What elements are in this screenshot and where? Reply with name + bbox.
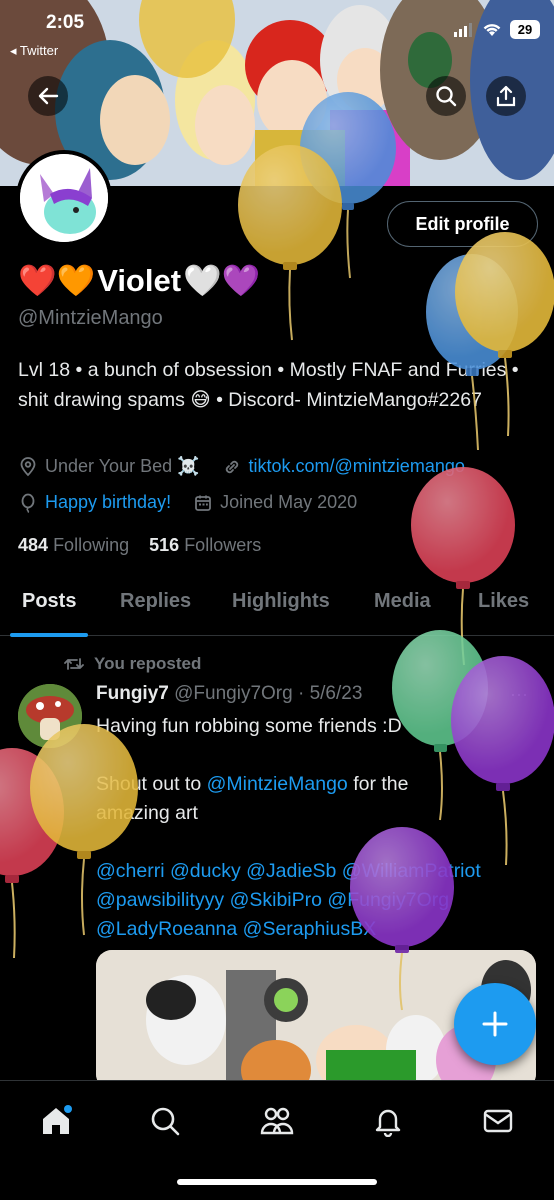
following-count: 484	[18, 535, 49, 555]
following-link[interactable]: 484 Following	[18, 535, 129, 555]
profile-meta-row-1: Under Your Bed ☠️ tiktok.com/@mintzieman…	[18, 456, 487, 477]
calendar-icon	[195, 495, 211, 511]
post-more-button[interactable]: ···	[510, 684, 528, 705]
repost-label: You reposted	[94, 654, 202, 673]
search-icon	[436, 86, 457, 107]
balloon-icon	[21, 493, 35, 513]
tab-likes-label: Likes	[478, 590, 530, 612]
tab-media[interactable]: Media	[374, 582, 431, 636]
compose-button[interactable]	[454, 983, 536, 1065]
followers-count: 516	[149, 535, 180, 555]
balloon-red-left	[0, 748, 64, 959]
tab-replies-label: Replies	[120, 590, 192, 612]
location-text: Under Your Bed ☠️	[45, 456, 200, 476]
nav-notifications[interactable]	[370, 1103, 406, 1139]
following-label: Following	[53, 535, 130, 555]
post-mention-mintziemango[interactable]: @MintzieMango	[207, 773, 348, 795]
repost-icon	[64, 658, 84, 670]
notifications-icon	[375, 1109, 401, 1137]
battery-indicator: 29	[510, 20, 540, 39]
followers-link[interactable]: 516 Followers	[149, 535, 261, 555]
birthday-item: Happy birthday!	[18, 492, 171, 513]
avatar-artwork	[20, 154, 108, 242]
post-line-3: amazing art	[96, 802, 198, 824]
share-icon	[496, 85, 516, 107]
communities-icon	[260, 1107, 294, 1135]
home-indicator	[177, 1179, 377, 1185]
user-handle: @MintzieMango	[18, 307, 163, 329]
profile-bio: Lvl 18 • a bunch of obsession • Mostly F…	[18, 359, 519, 411]
nav-explore[interactable]	[147, 1103, 183, 1139]
birthday-text[interactable]: Happy birthday!	[45, 492, 171, 513]
follow-stats: 484 Following 516 Followers	[18, 535, 261, 556]
balloon-blue-right	[426, 254, 518, 451]
profile-meta-row-2: Happy birthday! Joined May 2020	[18, 492, 379, 513]
joined-text: Joined May 2020	[220, 492, 358, 512]
post-body: Having fun robbing some friends :D Shout…	[96, 712, 536, 944]
signal-icon	[454, 22, 472, 37]
status-indicators: 29	[454, 20, 540, 39]
post-line-2-post: for the	[347, 773, 409, 795]
messages-icon	[483, 1109, 513, 1133]
back-button[interactable]	[28, 76, 68, 116]
nav-communities[interactable]	[259, 1103, 295, 1139]
status-time: 2:05	[46, 12, 85, 33]
active-tab-indicator	[10, 633, 89, 637]
tab-highlights[interactable]: Highlights	[232, 582, 330, 636]
nav-home[interactable]	[38, 1103, 74, 1139]
post-line-2: Shout out to @MintzieMango for the	[96, 770, 536, 799]
tab-replies[interactable]: Replies	[120, 582, 191, 636]
nav-messages[interactable]	[480, 1103, 516, 1139]
tab-likes[interactable]: Likes	[478, 582, 529, 636]
repost-indicator: You reposted	[64, 654, 201, 674]
tab-posts-label: Posts	[22, 590, 77, 612]
location-icon	[20, 456, 36, 476]
post-line-1: Having fun robbing some friends :D	[96, 715, 402, 737]
compose-plus-icon	[482, 1011, 508, 1037]
profile-avatar[interactable]	[16, 150, 112, 246]
explore-icon	[151, 1107, 180, 1136]
back-to-app[interactable]: ◂ Twitter	[10, 43, 58, 59]
post-author-avatar[interactable]	[18, 684, 82, 748]
website-link[interactable]: tiktok.com/@mintziemango	[249, 456, 465, 477]
post-author-handle[interactable]: @Fungiy7Org	[174, 683, 293, 704]
wifi-icon	[483, 24, 501, 36]
bottom-navigation	[0, 1080, 554, 1200]
home-icon	[43, 1105, 72, 1134]
followers-label: Followers	[184, 535, 262, 555]
post-author-name[interactable]: Fungiy7	[96, 683, 169, 704]
joined-item: Joined May 2020	[193, 492, 357, 513]
search-button[interactable]	[426, 76, 466, 116]
post-mentions-3[interactable]: @LadyRoeanna @SeraphiusBX	[96, 915, 536, 944]
link-icon	[225, 460, 238, 473]
tab-highlights-label: Highlights	[232, 590, 330, 612]
profile-tabs: Posts Replies Highlights Media Likes	[0, 582, 554, 637]
post-line-2-pre: Shout out to	[96, 773, 207, 795]
post-mentions-1[interactable]: @cherri @ducky @JadieSb @WilliamPatriot	[96, 857, 536, 886]
display-name: ❤️🧡 Violet 🤍💜	[18, 262, 260, 299]
tab-media-label: Media	[374, 590, 431, 612]
post-date: · 5/6/23	[297, 683, 363, 704]
location-item: Under Your Bed ☠️	[18, 456, 200, 477]
post-avatar-artwork	[18, 684, 82, 748]
tab-posts[interactable]: Posts	[10, 582, 89, 637]
back-icon	[38, 87, 59, 105]
website-item[interactable]: tiktok.com/@mintziemango	[222, 456, 465, 477]
post-header: Fungiy7 @Fungiy7Org · 5/6/23	[96, 683, 362, 705]
name-emoji-right: 🤍💜	[183, 263, 261, 298]
post-mentions-2[interactable]: @pawsibilityyy @SkibiPro @Fungiy7Org	[96, 886, 536, 915]
name-text: Violet	[97, 262, 182, 298]
name-emoji-left: ❤️🧡	[18, 263, 96, 298]
edit-profile-button[interactable]: Edit profile	[387, 201, 538, 247]
share-button[interactable]	[486, 76, 526, 116]
